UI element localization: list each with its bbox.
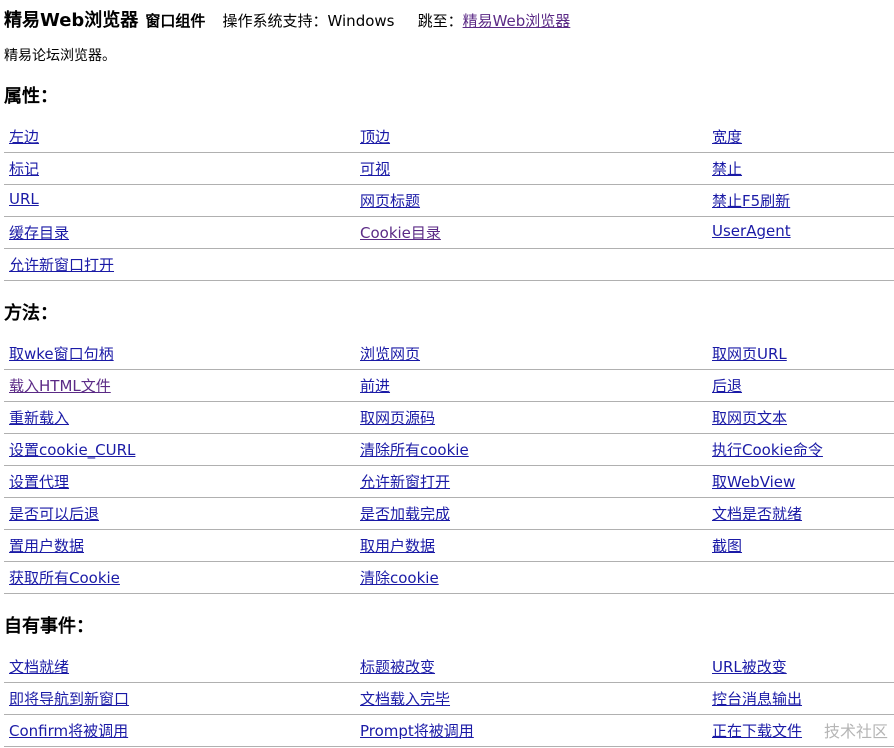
link-properties-2-0[interactable]: URL: [9, 190, 39, 208]
link-methods-1-2[interactable]: 后退: [712, 375, 742, 396]
link-events-2-0[interactable]: Confirm将被调用: [9, 720, 128, 741]
link-methods-5-0[interactable]: 是否可以后退: [9, 503, 99, 524]
events-table: 文档就绪 标题被改变 URL被改变即将导航到新窗口 文档载入完毕 控台消息输出 Confi…: [4, 651, 894, 747]
link-methods-6-0[interactable]: 置用户数据: [9, 535, 84, 556]
link-properties-0-0[interactable]: 左边: [9, 126, 39, 147]
link-methods-6-2[interactable]: 截图: [712, 535, 742, 556]
link-events-1-1[interactable]: 文档载入完毕: [360, 688, 450, 709]
os-support: 操作系统支持：Windows: [222, 12, 395, 30]
link-methods-7-1[interactable]: 清除cookie: [360, 567, 439, 588]
table-row: 重新载入 取网页源码 取网页文本: [4, 402, 894, 434]
table-row: 文档就绪 标题被改变 URL被改变: [4, 651, 894, 683]
link-events-2-2[interactable]: 正在下载文件: [712, 720, 802, 741]
link-methods-1-0[interactable]: 载入HTML文件: [9, 375, 111, 396]
link-events-1-2[interactable]: 控台消息输出: [712, 688, 802, 709]
link-methods-3-2[interactable]: 执行Cookie命令: [712, 439, 823, 460]
table-row: 设置cookie_CURL 清除所有cookie 执行Cookie命令: [4, 434, 894, 466]
link-methods-4-2[interactable]: 取WebView: [712, 471, 795, 492]
link-events-0-1[interactable]: 标题被改变: [360, 656, 435, 677]
link-properties-0-1[interactable]: 顶边: [360, 126, 390, 147]
link-methods-1-1[interactable]: 前进: [360, 375, 390, 396]
table-row: 置用户数据 取用户数据 截图: [4, 530, 894, 562]
link-methods-0-0[interactable]: 取wke窗口句柄: [9, 343, 114, 364]
table-row: 即将导航到新窗口 文档载入完毕 控台消息输出: [4, 683, 894, 715]
table-row: 获取所有Cookie 清除cookie: [4, 562, 894, 594]
link-methods-5-1[interactable]: 是否加载完成: [360, 503, 450, 524]
table-row: 左边 顶边 宽度: [4, 121, 894, 153]
link-properties-1-2[interactable]: 禁止: [712, 158, 742, 179]
link-properties-1-0[interactable]: 标记: [9, 158, 39, 179]
link-methods-2-1[interactable]: 取网页源码: [360, 407, 435, 428]
link-events-0-2[interactable]: URL被改变: [712, 656, 787, 677]
link-methods-0-2[interactable]: 取网页URL: [712, 343, 787, 364]
methods-table: 取wke窗口句柄 浏览网页 取网页URL 载入HTML文件 前进 后退 重新载入 取网页源码取…: [4, 338, 894, 594]
jump-label: 跳至：: [417, 12, 463, 30]
link-events-0-0[interactable]: 文档就绪: [9, 656, 69, 677]
link-methods-5-2[interactable]: 文档是否就绪: [712, 503, 802, 524]
link-properties-0-2[interactable]: 宽度: [712, 126, 742, 147]
link-properties-3-1[interactable]: Cookie目录: [360, 222, 441, 243]
link-properties-3-0[interactable]: 缓存目录: [9, 222, 69, 243]
page-header: 精易Web浏览器 窗口组件 操作系统支持：Windows 跳至：精易Web浏览器: [4, 6, 570, 32]
link-methods-6-1[interactable]: 取用户数据: [360, 535, 435, 556]
events-heading: 自有事件：: [4, 616, 94, 637]
properties-heading: 属性：: [4, 86, 58, 107]
table-row: 取wke窗口句柄 浏览网页 取网页URL: [4, 338, 894, 370]
link-events-1-0[interactable]: 即将导航到新窗口: [9, 688, 129, 709]
link-methods-7-0[interactable]: 获取所有Cookie: [9, 567, 120, 588]
link-properties-3-2[interactable]: UserAgent: [712, 222, 791, 240]
properties-table: 左边 顶边 宽度标记 可视 禁止 URL 网页标题 禁止F5刷新缓存目录 Cookie目录 Use…: [4, 121, 894, 281]
table-row: 设置代理 允许新窗打开 取WebView: [4, 466, 894, 498]
link-methods-4-0[interactable]: 设置代理: [9, 471, 69, 492]
link-methods-3-1[interactable]: 清除所有cookie: [360, 439, 469, 460]
link-methods-2-2[interactable]: 取网页文本: [712, 407, 787, 428]
table-row: 是否可以后退 是否加载完成 文档是否就绪: [4, 498, 894, 530]
jump-link[interactable]: 精易Web浏览器: [463, 12, 571, 30]
table-row: 标记 可视 禁止: [4, 153, 894, 185]
table-row: 允许新窗口打开: [4, 249, 894, 281]
description: 精易论坛浏览器。: [4, 48, 116, 64]
table-row: Confirm将被调用 Prompt将被调用 正在下载文件: [4, 715, 894, 747]
link-properties-2-1[interactable]: 网页标题: [360, 190, 420, 211]
methods-heading: 方法：: [4, 303, 58, 324]
table-row: URL 网页标题 禁止F5刷新: [4, 185, 894, 217]
link-methods-0-1[interactable]: 浏览网页: [360, 343, 420, 364]
link-properties-4-0[interactable]: 允许新窗口打开: [9, 254, 114, 275]
table-row: 载入HTML文件 前进 后退: [4, 370, 894, 402]
link-properties-2-2[interactable]: 禁止F5刷新: [712, 190, 790, 211]
link-methods-3-0[interactable]: 设置cookie_CURL: [9, 439, 135, 460]
component-type: 窗口组件: [145, 12, 206, 30]
link-methods-2-0[interactable]: 重新载入: [9, 407, 69, 428]
link-events-2-1[interactable]: Prompt将被调用: [360, 720, 474, 741]
page-title: 精易Web浏览器: [4, 10, 139, 31]
link-properties-1-1[interactable]: 可视: [360, 158, 390, 179]
table-row: 缓存目录 Cookie目录 UserAgent: [4, 217, 894, 249]
link-methods-4-1[interactable]: 允许新窗打开: [360, 471, 450, 492]
jump-to: 跳至：精易Web浏览器: [418, 12, 571, 30]
watermark: 技术社区: [823, 722, 888, 741]
